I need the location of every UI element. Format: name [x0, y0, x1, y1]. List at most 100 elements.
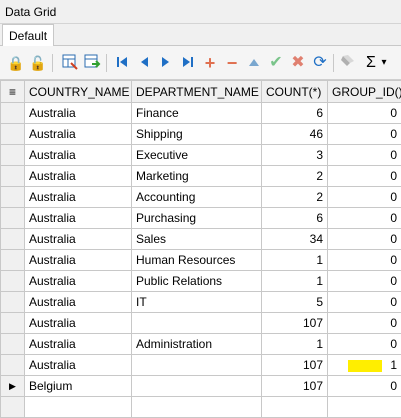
- table-row[interactable]: [1, 397, 401, 418]
- row-indicator[interactable]: [1, 355, 25, 376]
- row-indicator[interactable]: ▶: [1, 376, 25, 397]
- cell-department-name[interactable]: [132, 376, 262, 397]
- cell-department-name[interactable]: Public Relations: [132, 271, 262, 292]
- next-record-icon[interactable]: [156, 53, 176, 73]
- cell-department-name[interactable]: Marketing: [132, 166, 262, 187]
- export-icon[interactable]: [60, 53, 80, 73]
- table-row[interactable]: AustraliaFinance60: [1, 103, 401, 124]
- row-indicator[interactable]: [1, 292, 25, 313]
- cell-count[interactable]: 6: [262, 208, 328, 229]
- row-indicator[interactable]: [1, 334, 25, 355]
- cell-group-id[interactable]: [328, 397, 401, 418]
- table-row[interactable]: AustraliaPublic Relations10: [1, 271, 401, 292]
- cell-country-name[interactable]: Australia: [25, 187, 132, 208]
- post-edit-icon[interactable]: ✔: [266, 53, 286, 73]
- cell-country-name[interactable]: Australia: [25, 166, 132, 187]
- cancel-edit-icon[interactable]: ✖: [288, 53, 308, 73]
- column-header-department-name[interactable]: DEPARTMENT_NAME: [132, 81, 262, 103]
- first-record-icon[interactable]: [112, 53, 132, 73]
- add-record-icon[interactable]: +: [200, 53, 220, 73]
- row-indicator[interactable]: [1, 397, 25, 418]
- import-icon[interactable]: [82, 53, 102, 73]
- cell-department-name[interactable]: Shipping: [132, 124, 262, 145]
- cell-department-name[interactable]: Finance: [132, 103, 262, 124]
- cell-country-name[interactable]: Australia: [25, 355, 132, 376]
- cell-country-name[interactable]: Australia: [25, 124, 132, 145]
- grid-menu-icon[interactable]: ≡: [1, 81, 25, 103]
- table-row[interactable]: Australia1070: [1, 313, 401, 334]
- table-row[interactable]: AustraliaAdministration10: [1, 334, 401, 355]
- cell-count[interactable]: 3: [262, 145, 328, 166]
- row-indicator[interactable]: [1, 229, 25, 250]
- lock-icon[interactable]: 🔒: [6, 53, 26, 73]
- cell-count[interactable]: 1: [262, 250, 328, 271]
- row-indicator[interactable]: [1, 271, 25, 292]
- cell-department-name[interactable]: [132, 397, 262, 418]
- table-row[interactable]: AustraliaMarketing20: [1, 166, 401, 187]
- cell-count[interactable]: 6: [262, 103, 328, 124]
- cell-country-name[interactable]: [25, 397, 132, 418]
- cell-group-id[interactable]: 0: [328, 208, 401, 229]
- cell-count[interactable]: 5: [262, 292, 328, 313]
- cell-department-name[interactable]: [132, 313, 262, 334]
- cell-department-name[interactable]: IT: [132, 292, 262, 313]
- cell-group-id[interactable]: 0: [328, 292, 401, 313]
- row-indicator[interactable]: [1, 208, 25, 229]
- cell-group-id[interactable]: 0: [328, 229, 401, 250]
- cell-department-name[interactable]: Executive: [132, 145, 262, 166]
- cell-group-id[interactable]: 0: [328, 145, 401, 166]
- row-indicator[interactable]: [1, 145, 25, 166]
- tab-default[interactable]: Default: [2, 24, 54, 46]
- table-row[interactable]: AustraliaSales340: [1, 229, 401, 250]
- row-indicator[interactable]: [1, 166, 25, 187]
- cell-count[interactable]: [262, 397, 328, 418]
- column-header-country-name[interactable]: COUNTRY_NAME: [25, 81, 132, 103]
- chevron-down-icon[interactable]: ▾: [378, 53, 390, 73]
- table-row[interactable]: ▶Belgium1070: [1, 376, 401, 397]
- cell-country-name[interactable]: Australia: [25, 103, 132, 124]
- cell-group-id[interactable]: 0: [328, 334, 401, 355]
- cell-department-name[interactable]: [132, 355, 262, 376]
- cell-group-id[interactable]: 0: [328, 103, 401, 124]
- column-header-count[interactable]: COUNT(*): [262, 81, 328, 103]
- row-indicator[interactable]: [1, 103, 25, 124]
- row-indicator[interactable]: [1, 313, 25, 334]
- table-row[interactable]: AustraliaHuman Resources10: [1, 250, 401, 271]
- remove-record-icon[interactable]: −: [222, 53, 242, 73]
- cell-country-name[interactable]: Australia: [25, 145, 132, 166]
- refresh-icon[interactable]: ⟳: [310, 53, 330, 73]
- cell-department-name[interactable]: Sales: [132, 229, 262, 250]
- cell-count[interactable]: 107: [262, 376, 328, 397]
- cell-group-id[interactable]: 0: [328, 124, 401, 145]
- cell-country-name[interactable]: Australia: [25, 208, 132, 229]
- cell-country-name[interactable]: Australia: [25, 313, 132, 334]
- cell-count[interactable]: 46: [262, 124, 328, 145]
- cell-count[interactable]: 1: [262, 334, 328, 355]
- clear-filter-icon[interactable]: [338, 53, 358, 73]
- cell-group-id[interactable]: 0: [328, 250, 401, 271]
- cell-country-name[interactable]: Australia: [25, 250, 132, 271]
- table-row[interactable]: AustraliaShipping460: [1, 124, 401, 145]
- cell-group-id[interactable]: 0: [328, 376, 401, 397]
- cell-count[interactable]: 2: [262, 166, 328, 187]
- cell-group-id[interactable]: 0: [328, 166, 401, 187]
- row-indicator[interactable]: [1, 250, 25, 271]
- cell-count[interactable]: 34: [262, 229, 328, 250]
- cell-department-name[interactable]: Accounting: [132, 187, 262, 208]
- cell-group-id[interactable]: 0: [328, 271, 401, 292]
- cell-group-id[interactable]: 0: [328, 313, 401, 334]
- cell-count[interactable]: 1: [262, 271, 328, 292]
- column-header-group-id[interactable]: GROUP_ID(): [328, 81, 401, 103]
- cell-country-name[interactable]: Australia: [25, 334, 132, 355]
- cell-country-name[interactable]: Australia: [25, 292, 132, 313]
- cell-count[interactable]: 2: [262, 187, 328, 208]
- cell-department-name[interactable]: Human Resources: [132, 250, 262, 271]
- move-up-icon[interactable]: [244, 53, 264, 73]
- table-row[interactable]: AustraliaExecutive30: [1, 145, 401, 166]
- cell-group-id[interactable]: 1: [328, 355, 401, 376]
- row-indicator[interactable]: [1, 187, 25, 208]
- table-row[interactable]: AustraliaIT50: [1, 292, 401, 313]
- table-row[interactable]: Australia1071: [1, 355, 401, 376]
- cell-department-name[interactable]: Administration: [132, 334, 262, 355]
- cell-group-id[interactable]: 0: [328, 187, 401, 208]
